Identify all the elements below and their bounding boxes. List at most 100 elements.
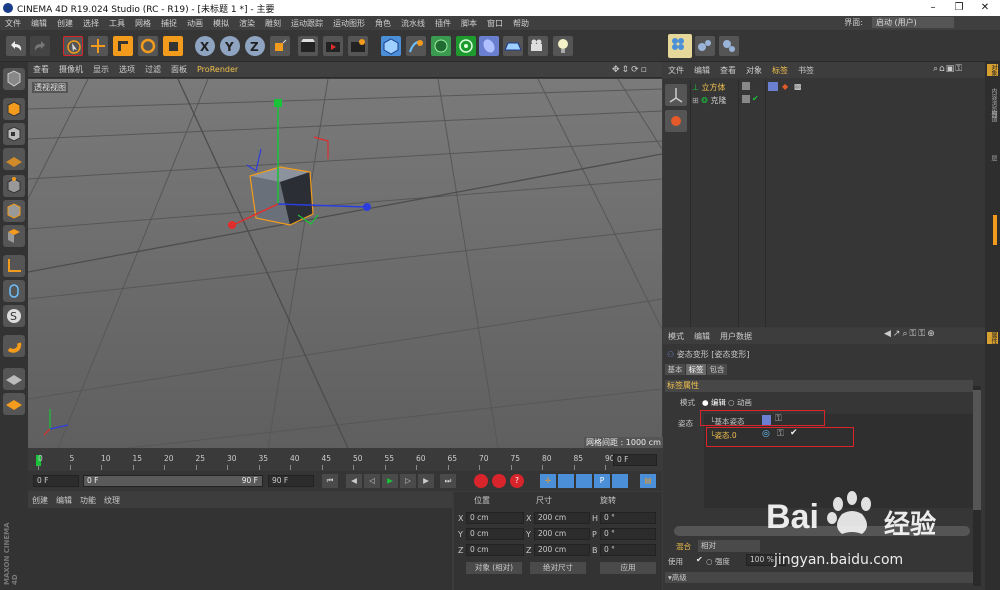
viewport-menu-cameras[interactable]: 摄像机 <box>54 64 88 75</box>
mode-edit-radio[interactable]: ● 编辑 <box>702 397 726 408</box>
move-icon[interactable] <box>88 36 108 56</box>
key-param-icon[interactable]: P <box>594 474 610 488</box>
layout-dropdown[interactable]: 启动 (用户) <box>872 17 954 28</box>
object-row-cube[interactable]: ⊥ 立方体 ◆ ▩ <box>692 82 982 93</box>
om-menu-tags[interactable]: 标签 <box>767 65 793 76</box>
om-menu-objects[interactable]: 对象 <box>741 65 767 76</box>
render-to-picture-viewer-icon[interactable] <box>323 36 343 56</box>
rot-b-field[interactable]: 0 ° <box>600 544 656 556</box>
model-mode-icon[interactable] <box>3 98 25 120</box>
lock-workplane-icon[interactable] <box>3 368 25 390</box>
viewport-menu-panel[interactable]: 面板 <box>166 64 192 75</box>
floor-icon[interactable] <box>503 36 523 56</box>
menu-create[interactable]: 创建 <box>52 18 78 29</box>
viewport-menu-view[interactable]: 查看 <box>28 64 54 75</box>
key-scale-icon[interactable] <box>558 474 574 488</box>
light-icon[interactable] <box>553 36 573 56</box>
om-menu-view[interactable]: 查看 <box>715 65 741 76</box>
om-layer-icon[interactable] <box>665 110 687 132</box>
camera-icon[interactable] <box>528 36 548 56</box>
pen-spline-icon[interactable] <box>406 36 426 56</box>
viewport-nav-icons[interactable]: ✥⇕⟳▫ <box>612 65 649 75</box>
om-menu-file[interactable]: 文件 <box>663 65 689 76</box>
viewport-menu-options[interactable]: 选项 <box>114 64 140 75</box>
key-rotation-icon[interactable] <box>576 474 592 488</box>
tab-includes[interactable]: 包含 <box>707 364 727 375</box>
subdivision-surface-icon[interactable] <box>431 36 451 56</box>
go-to-start-icon[interactable]: ⏮ <box>322 474 338 488</box>
previous-key-icon[interactable]: ◀ <box>346 474 362 488</box>
x-axis-lock-icon[interactable]: X <box>195 36 215 56</box>
snap-layout-icon[interactable] <box>668 34 692 58</box>
keyframe-selection-icon[interactable]: ? <box>510 474 524 488</box>
record-icon[interactable] <box>474 474 488 488</box>
attr-header-icons[interactable]: ◀↗⌕⚿⚿⊕ <box>884 329 937 339</box>
menu-pipeline[interactable]: 流水线 <box>396 18 430 29</box>
size-y-field[interactable]: 200 cm <box>534 528 590 540</box>
pos-z-field[interactable]: 0 cm <box>466 544 524 556</box>
maximize-button[interactable]: ❐ <box>946 0 972 16</box>
end-frame-field[interactable]: 90 F <box>268 475 314 487</box>
previous-frame-icon[interactable]: ◁ <box>364 474 380 488</box>
size-mode-dropdown[interactable]: 绝对尺寸 <box>530 562 586 574</box>
polygons-mode-icon[interactable] <box>3 225 25 247</box>
coordinate-mode-dropdown[interactable]: 对象 (相对) <box>466 562 522 574</box>
timeline-ruler[interactable]: 0 5 10 15 20 25 30 35 40 45 50 55 60 65 70 75 80 85 90 0 F <box>28 449 662 471</box>
cube-object[interactable] <box>249 166 314 226</box>
tweak-mode-icon[interactable] <box>3 280 25 302</box>
visibility-toggle-icon[interactable] <box>742 82 750 90</box>
apply-button[interactable]: 应用 <box>600 562 656 574</box>
undo-icon[interactable] <box>6 36 26 56</box>
menu-plugins[interactable]: 插件 <box>430 18 456 29</box>
menu-file[interactable]: 文件 <box>0 18 26 29</box>
texture-mode-icon[interactable] <box>3 123 25 145</box>
tag-icon[interactable]: ◆ <box>782 82 788 91</box>
planar-workplane-icon[interactable] <box>3 393 25 415</box>
next-key-icon[interactable]: ▶ <box>418 474 434 488</box>
perspective-viewport[interactable] <box>28 79 662 448</box>
mograph-selection-icon[interactable] <box>695 36 715 56</box>
material-menu-function[interactable]: 功能 <box>76 495 100 506</box>
axis-mode-icon[interactable] <box>3 255 25 277</box>
tab-layers[interactable]: 层 <box>987 155 998 161</box>
next-frame-icon[interactable]: ▷ <box>400 474 416 488</box>
y-axis-lock-icon[interactable]: Y <box>220 36 240 56</box>
om-header-icons[interactable]: ⌕⌂▣⚿ <box>933 64 963 74</box>
z-axis-lock-icon[interactable]: Z <box>245 36 265 56</box>
cube-primitive-icon[interactable] <box>381 36 401 56</box>
menu-edit[interactable]: 编辑 <box>26 18 52 29</box>
recent-tools-icon[interactable] <box>163 36 183 56</box>
render-view-icon[interactable] <box>298 36 318 56</box>
om-menu-bookmarks[interactable]: 书签 <box>793 65 819 76</box>
mograph-weight-icon[interactable] <box>719 36 739 56</box>
tab-objects[interactable]: 对象 <box>987 64 998 76</box>
current-frame-field[interactable]: 0 F <box>613 454 657 466</box>
viewport-menu-filter[interactable]: 过滤 <box>140 64 166 75</box>
menu-tools[interactable]: 工具 <box>104 18 130 29</box>
close-button[interactable]: ✕ <box>972 0 998 16</box>
points-mode-icon[interactable] <box>3 175 25 197</box>
scale-icon[interactable] <box>113 36 133 56</box>
cloner-icon[interactable] <box>456 36 476 56</box>
rot-h-field[interactable]: 0 ° <box>600 512 656 524</box>
viewport-menu-prorender[interactable]: ProRender <box>192 65 243 74</box>
z-axis-handle-knob[interactable] <box>363 203 371 211</box>
rot-p-field[interactable]: 0 ° <box>600 528 656 540</box>
menu-mesh[interactable]: 网格 <box>130 18 156 29</box>
menu-render[interactable]: 渲染 <box>234 18 260 29</box>
workplane-mode-icon[interactable] <box>3 148 25 170</box>
key-pla-icon[interactable] <box>612 474 628 488</box>
magnet-icon[interactable] <box>3 335 25 357</box>
attr-scrollbar[interactable] <box>973 386 981 586</box>
snapping-icon[interactable]: S <box>3 305 25 327</box>
rotate-icon[interactable] <box>138 36 158 56</box>
menu-snap[interactable]: 捕捉 <box>156 18 182 29</box>
menu-character[interactable]: 角色 <box>370 18 396 29</box>
size-z-field[interactable]: 200 cm <box>534 544 590 556</box>
y-axis-handle-knob[interactable] <box>274 99 282 107</box>
deformer-icon[interactable] <box>479 36 499 56</box>
live-selection-icon[interactable] <box>63 36 83 56</box>
menu-simulate[interactable]: 模拟 <box>208 18 234 29</box>
tab-structure[interactable]: 构造 <box>987 110 998 122</box>
key-position-icon[interactable]: ✛ <box>540 474 556 488</box>
